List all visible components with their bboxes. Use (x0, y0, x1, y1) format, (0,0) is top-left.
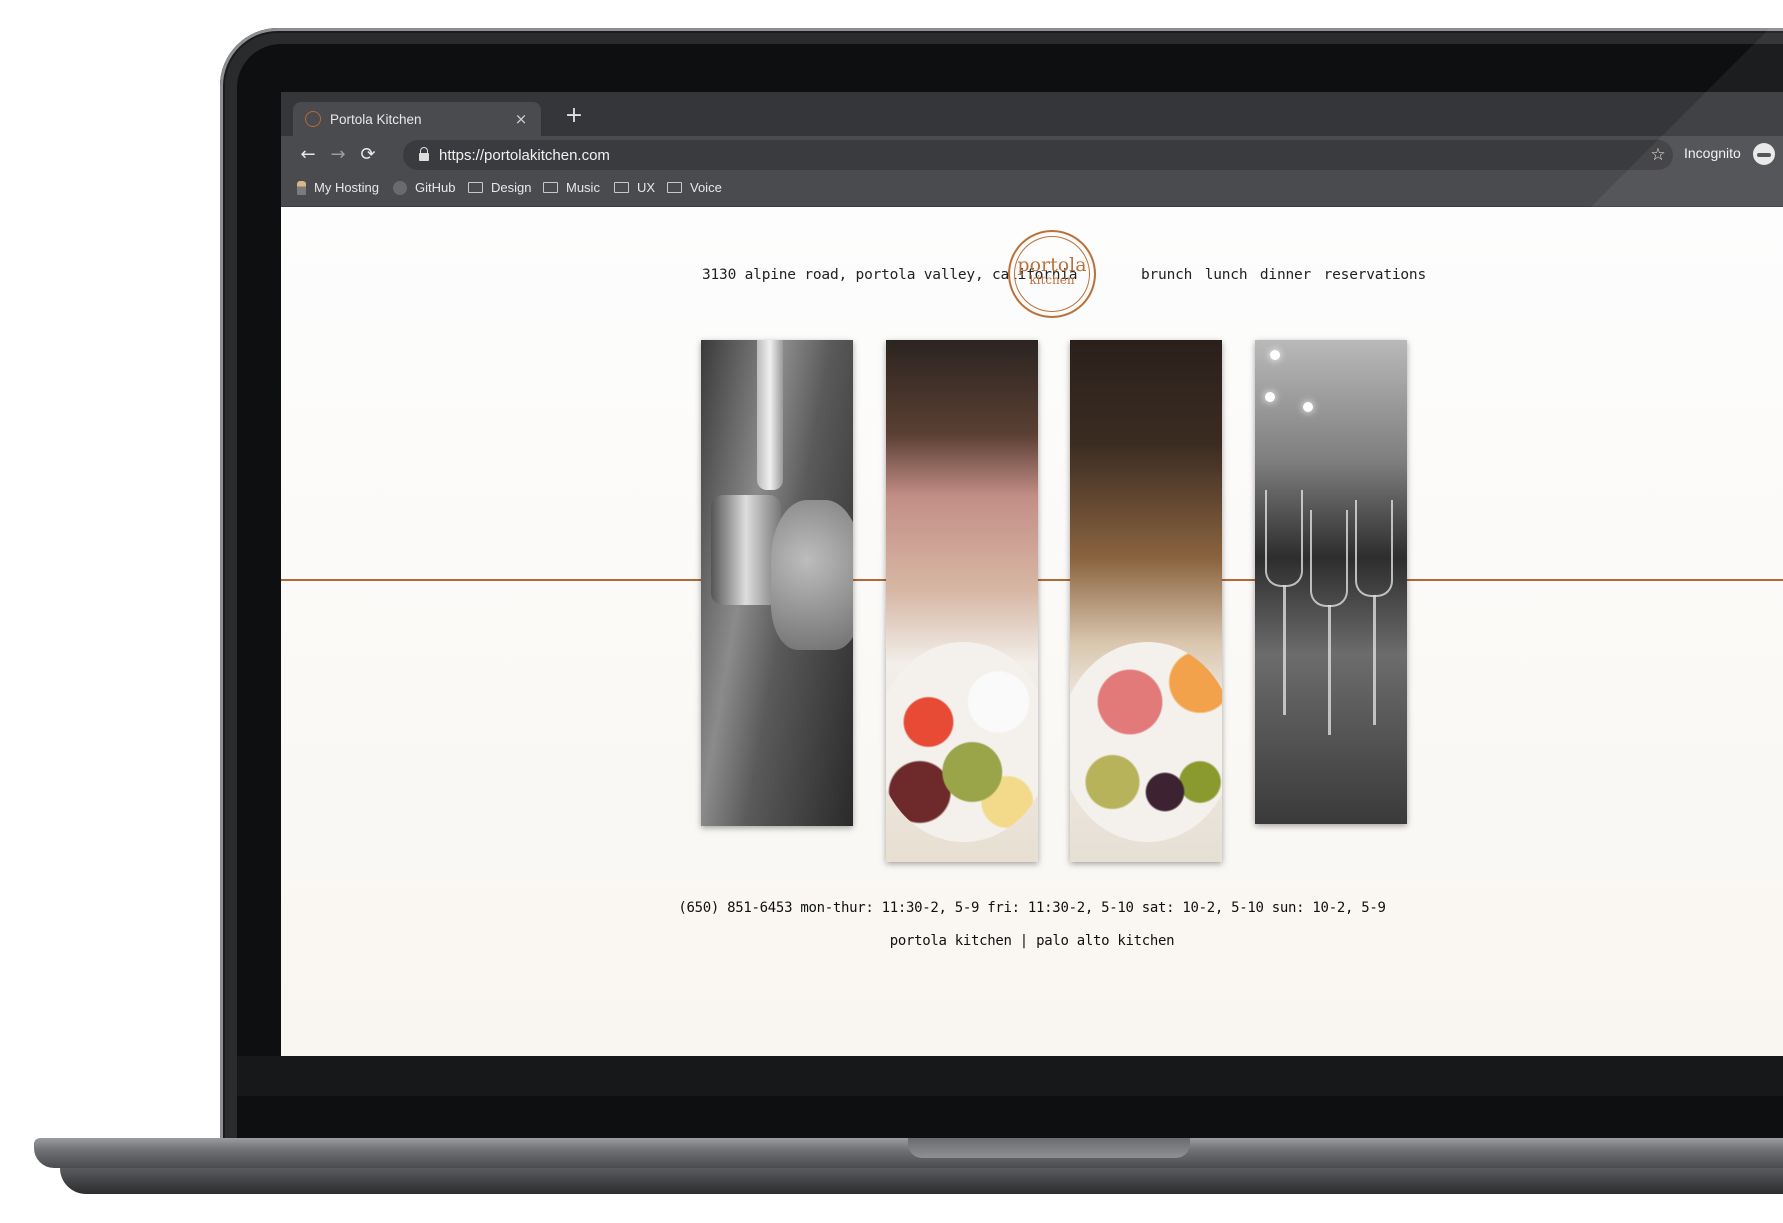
folder-icon (543, 182, 558, 193)
incognito-icon[interactable] (1753, 143, 1775, 165)
bookmark-ux[interactable]: UX (614, 180, 655, 195)
bookmark-voice[interactable]: Voice (667, 180, 722, 195)
bookmark-label: UX (637, 180, 656, 195)
bookmark-label: Music (566, 180, 600, 195)
bookmark-label: My Hosting (314, 180, 380, 195)
photo-antipasto-2 (1070, 340, 1222, 862)
toolbar: ← → ⟳ https://portolakitchen.com ☆ Incog… (281, 136, 1783, 174)
contact-hours: (650) 851-6453 mon-thur: 11:30-2, 5-9 fr… (678, 900, 1386, 916)
bookmark-github[interactable]: GitHub (393, 180, 455, 195)
laptop-notch (908, 1138, 1190, 1158)
bookmark-star-icon[interactable]: ☆ (1643, 145, 1673, 165)
address-bar[interactable]: https://portolakitchen.com ☆ (403, 140, 1673, 170)
hosting-icon (297, 180, 306, 195)
bookmark-music[interactable]: Music (543, 180, 600, 195)
close-tab-icon[interactable]: × (511, 110, 531, 128)
new-tab-button[interactable]: + (560, 102, 588, 130)
bookmark-design[interactable]: Design (468, 180, 531, 195)
folder-icon (667, 182, 682, 193)
bookmark-label: GitHub (415, 180, 456, 195)
lock-icon (419, 147, 429, 161)
folder-icon (614, 182, 629, 193)
tab-portola-kitchen[interactable]: Portola Kitchen × (293, 102, 541, 136)
url-text: https://portolakitchen.com (439, 146, 610, 164)
screen: Portola Kitchen × + ← → ⟳ https://portol… (281, 92, 1783, 1056)
reload-icon[interactable]: ⟳ (355, 142, 381, 168)
bookmark-my-hosting[interactable]: My Hosting (297, 180, 379, 195)
footer-links: portola kitchen | palo alto kitchen (281, 933, 1783, 949)
tab-bar: Portola Kitchen × + (281, 92, 1783, 136)
incognito-label: Incognito (1684, 145, 1741, 161)
photo-antipasto-1 (886, 340, 1038, 862)
folder-icon (468, 182, 483, 193)
forward-icon[interactable]: → (325, 142, 351, 168)
portola-kitchen-logo[interactable]: portola kitchen (1008, 230, 1096, 318)
bookmarks-bar: My Hosting GitHub Design Music UX Voice (281, 174, 1783, 207)
logo-line-1: portola (1017, 254, 1087, 276)
footer-separator: | (1019, 933, 1028, 949)
nav-reservations[interactable]: reservations (1324, 267, 1427, 283)
link-portola-kitchen[interactable]: portola kitchen (890, 933, 1012, 949)
nav-brunch[interactable]: brunch (1141, 267, 1192, 283)
laptop-base-lip (60, 1168, 1783, 1194)
site-nav: brunch lunch dinner reservations (1141, 267, 1430, 283)
nav-lunch[interactable]: lunch (1205, 267, 1248, 283)
photo-wine-glasses (1255, 340, 1407, 824)
photo-beer-tap (701, 340, 853, 826)
laptop-bottom-bezel (237, 1056, 1783, 1096)
web-page: 3130 alpine road, portola valley, califo… (281, 207, 1783, 1056)
tab-title: Portola Kitchen (330, 111, 422, 127)
back-icon[interactable]: ← (295, 142, 321, 168)
bookmark-label: Design (491, 180, 532, 195)
favicon-icon (305, 111, 321, 127)
github-icon (393, 180, 407, 195)
nav-dinner[interactable]: dinner (1260, 267, 1311, 283)
bookmark-label: Voice (690, 180, 722, 195)
link-palo-alto-kitchen[interactable]: palo alto kitchen (1036, 933, 1175, 949)
